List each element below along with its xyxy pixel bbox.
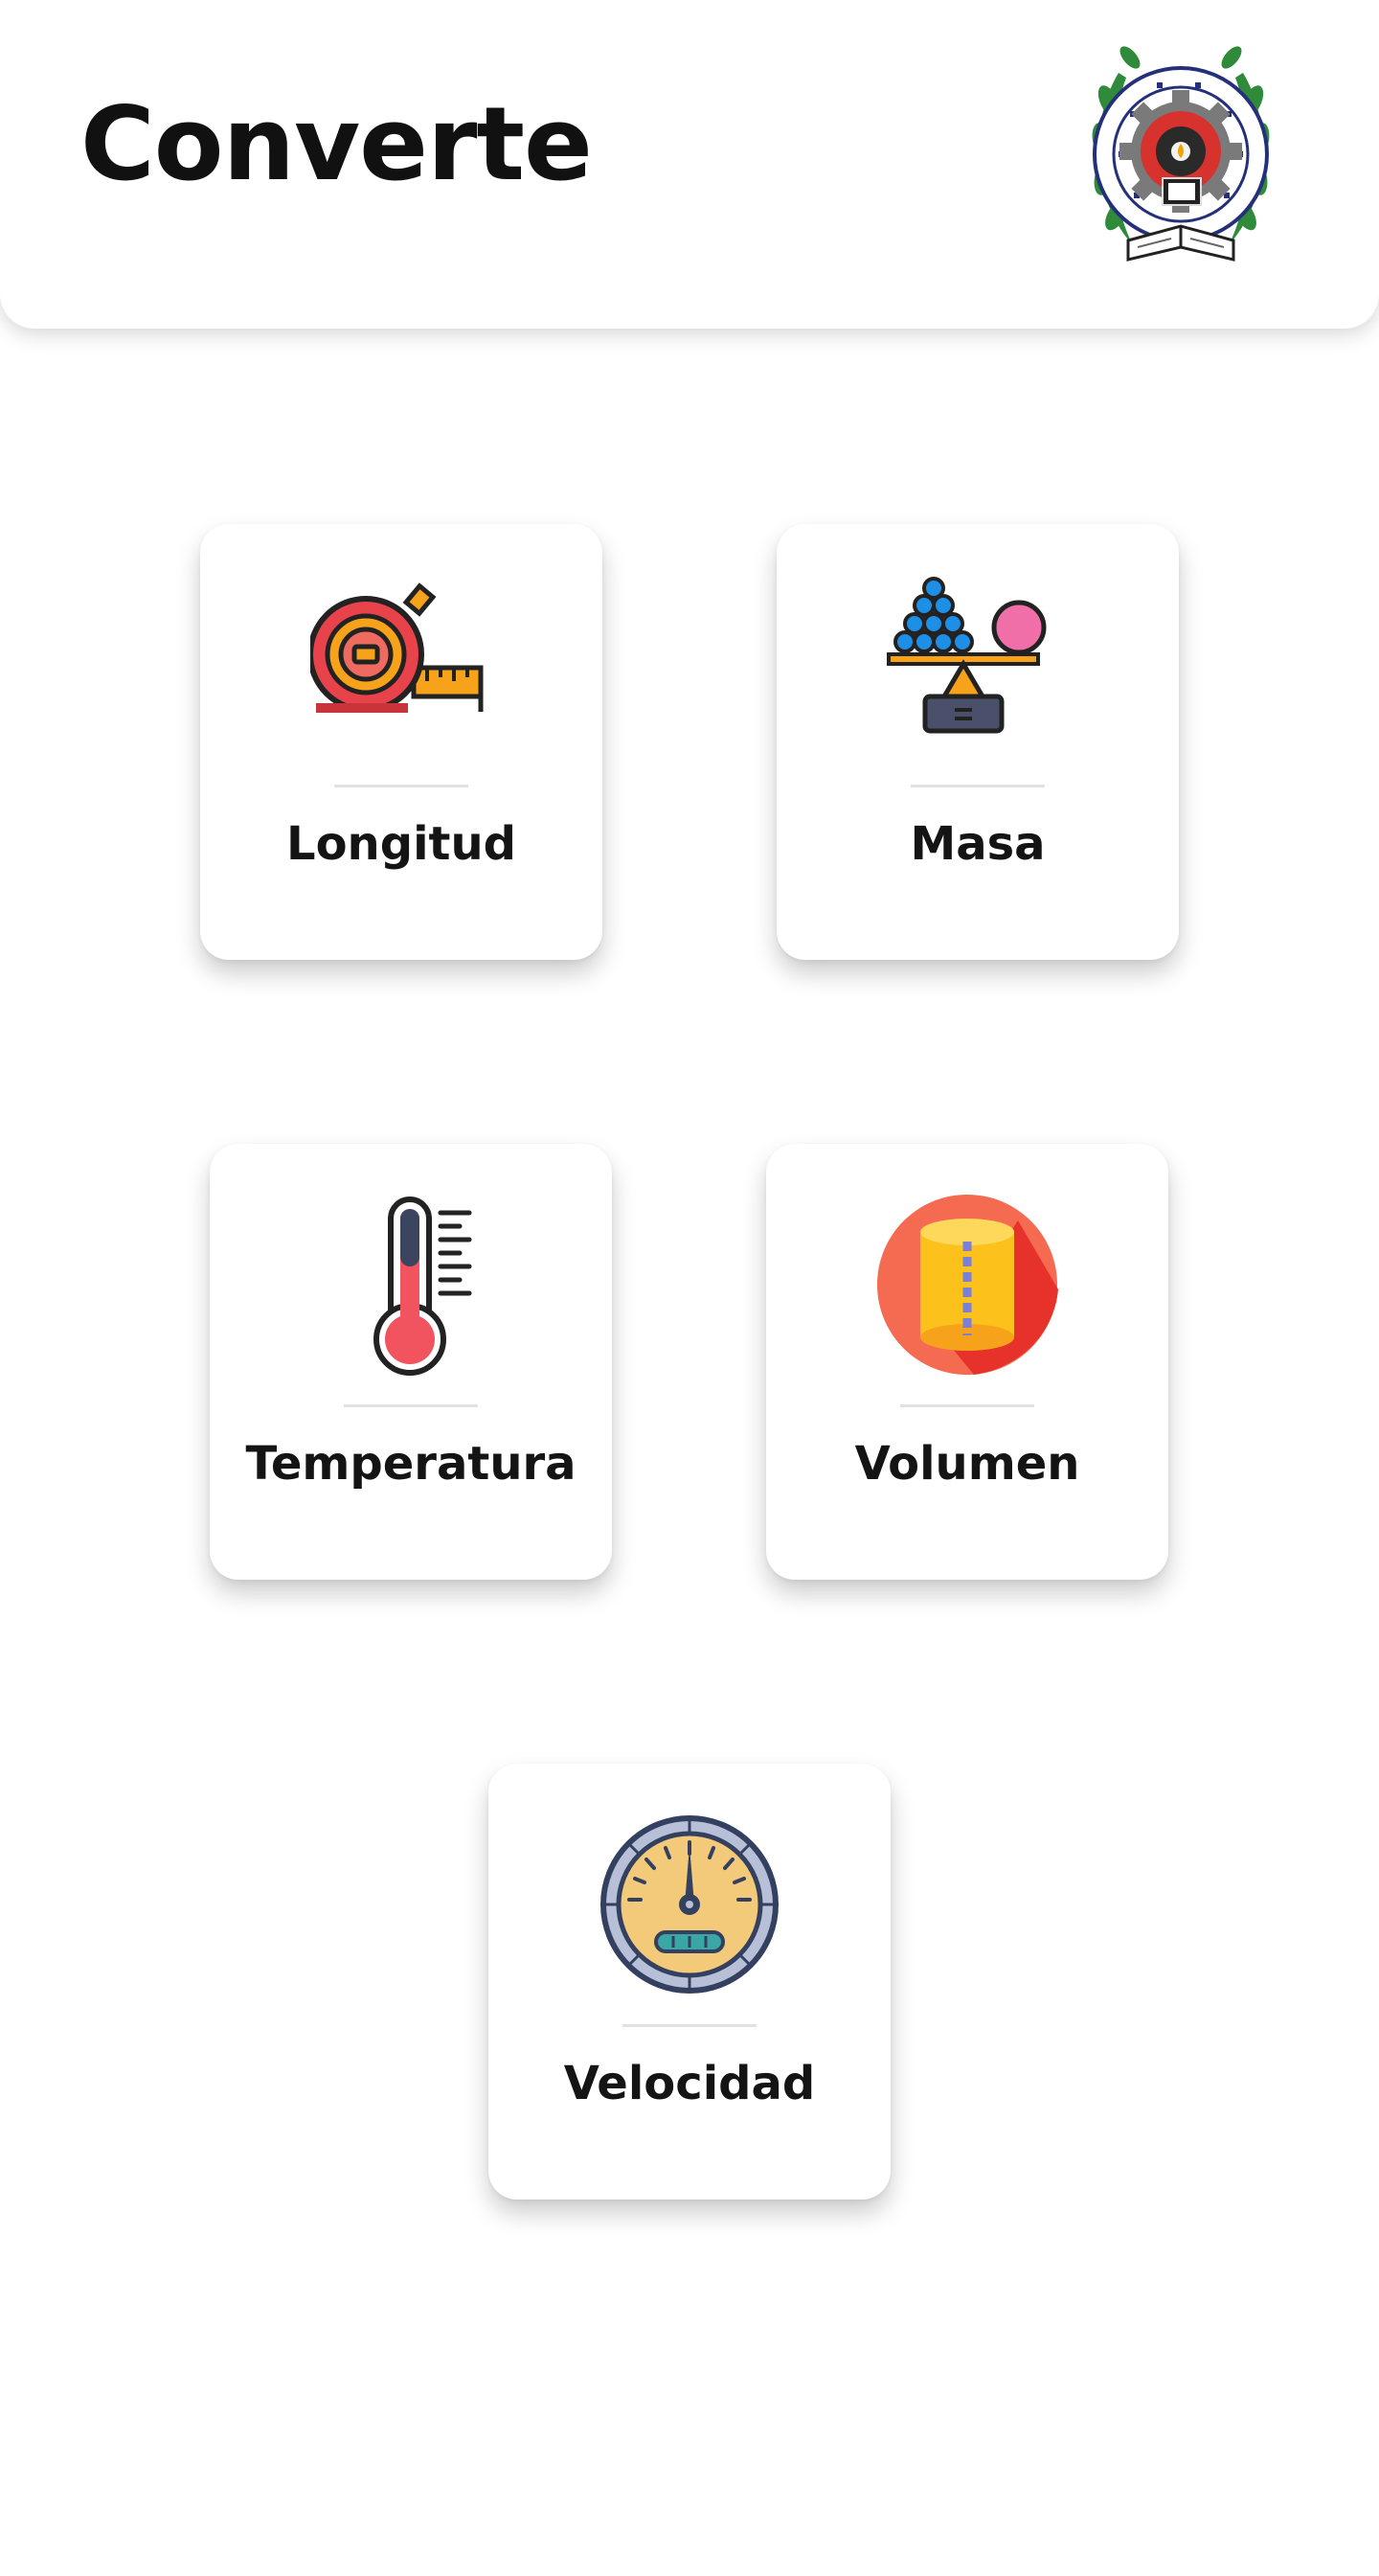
institute-logo [1092,46,1270,262]
category-card-masa[interactable]: Masa [777,524,1179,960]
category-card-temperatura[interactable]: Temperatura [210,1144,612,1580]
category-card-volumen[interactable]: Volumen [766,1144,1168,1580]
card-divider [911,785,1045,787]
category-card-velocidad[interactable]: Velocidad [488,1764,891,2200]
card-divider [344,1404,478,1407]
thermometer-icon [373,1197,472,1376]
card-divider [622,2024,757,2027]
speedometer-icon [600,1815,779,1994]
card-divider [334,785,468,787]
category-label-longitud: Longitud [285,817,517,871]
cylinder-volume-icon [877,1195,1058,1375]
category-label-volumen: Volumen [854,1437,1080,1491]
balance-scale-icon [887,577,1047,734]
app-header: Converte [0,0,1379,329]
tape-measure-icon [310,582,484,713]
category-label-velocidad: Velocidad [563,2057,816,2110]
category-label-masa: Masa [910,817,1046,871]
app-title: Converte [80,85,593,203]
category-card-longitud[interactable]: Longitud [200,524,602,960]
card-divider [900,1404,1034,1407]
category-label-temperatura: Temperatura [245,1437,576,1491]
